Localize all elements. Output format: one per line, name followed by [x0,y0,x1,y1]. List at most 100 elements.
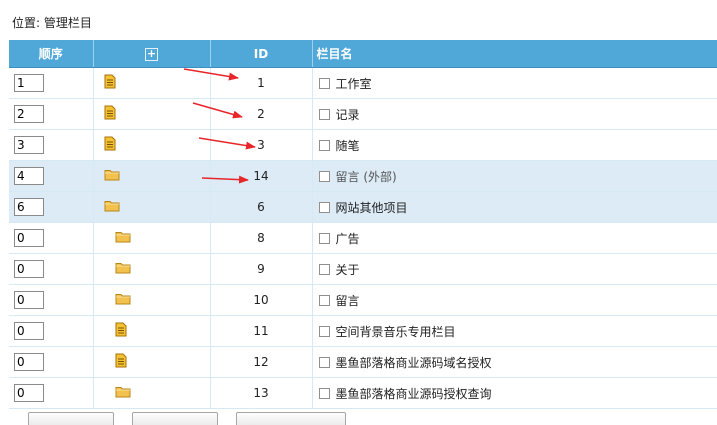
folder-icon [115,230,131,246]
category-name[interactable]: 广告 [336,232,360,246]
order-cell [9,377,94,409]
category-name[interactable]: 记录 [336,108,360,122]
order-cell [9,191,94,223]
type-cell [93,377,211,409]
name-cell: 记录 [312,98,717,130]
document-icon [104,136,116,154]
name-cell: 墨鱼部落格商业源码域名授权 [312,346,717,378]
table-row: 6 网站其他项目 [9,191,717,223]
name-cell: 随笔 [312,129,717,161]
id-cell: 2 [210,98,313,130]
id-cell: 13 [210,377,313,409]
select-checkbox[interactable] [318,325,330,337]
name-cell: 网站其他项目 [312,191,717,223]
name-cell: 墨鱼部落格商业源码授权查询 [312,377,717,409]
order-input[interactable] [14,260,44,278]
order-input[interactable] [14,105,44,123]
table-row: 2 记录 [9,98,717,130]
name-cell: 工作室 [312,67,717,99]
order-input[interactable] [14,291,44,309]
order-cell [9,346,94,378]
category-name[interactable]: 留言 (外部) [336,170,397,184]
action-button[interactable] [132,412,218,425]
type-cell [93,67,211,99]
type-cell [93,346,211,378]
order-cell [9,160,94,192]
page-location: 位置: 管理栏目 [12,16,92,30]
document-icon [115,322,127,340]
order-cell [9,129,94,161]
order-input[interactable] [14,198,44,216]
category-name[interactable]: 关于 [336,263,360,277]
id-cell: 3 [210,129,313,161]
category-name[interactable]: 工作室 [336,77,372,91]
order-cell [9,253,94,285]
name-cell: 广告 [312,222,717,254]
name-cell: 留言 (外部) [312,160,717,192]
select-checkbox[interactable] [318,232,330,244]
order-cell [9,222,94,254]
category-table: 顺序 + ID 栏目名 1 工作室 2 记录 3 随笔 14 留言 (外部) 6 网站其他项目 8 广… [9,40,717,409]
order-input[interactable] [14,136,44,154]
document-icon [104,74,116,92]
table-row: 8 广告 [9,222,717,254]
name-cell: 留言 [312,284,717,316]
type-cell [93,98,211,130]
table-row: 3 随笔 [9,129,717,161]
table-row: 10 留言 [9,284,717,316]
order-cell [9,315,94,347]
type-cell [93,315,211,347]
order-input[interactable] [14,74,44,92]
id-cell: 8 [210,222,313,254]
action-button[interactable] [28,412,114,425]
table-row: 13 墨鱼部落格商业源码授权查询 [9,377,717,409]
folder-icon [115,385,131,401]
id-cell: 12 [210,346,313,378]
order-input[interactable] [14,322,44,340]
column-header-expand[interactable]: + [93,40,211,68]
select-checkbox[interactable] [318,108,330,120]
order-input[interactable] [14,167,44,185]
category-name[interactable]: 墨鱼部落格商业源码授权查询 [336,387,492,401]
column-header-order: 顺序 [9,40,94,68]
folder-icon [104,168,120,184]
select-checkbox[interactable] [318,294,330,306]
select-checkbox[interactable] [318,201,330,213]
category-name[interactable]: 随笔 [336,139,360,153]
select-checkbox[interactable] [318,77,330,89]
category-name[interactable]: 墨鱼部落格商业源码域名授权 [336,356,492,370]
select-checkbox[interactable] [318,356,330,368]
select-checkbox[interactable] [318,170,330,182]
action-button[interactable] [236,412,346,425]
name-cell: 空间背景音乐专用栏目 [312,315,717,347]
category-name[interactable]: 网站其他项目 [336,201,408,215]
document-icon [115,353,127,371]
table-row: 1 工作室 [9,67,717,99]
expand-all-icon[interactable]: + [145,47,158,61]
order-input[interactable] [14,384,44,402]
folder-icon [115,292,131,308]
order-input[interactable] [14,229,44,247]
folder-icon [104,199,120,215]
column-header-id: ID [210,40,313,68]
column-header-name: 栏目名 [312,40,717,68]
type-cell [93,253,211,285]
order-input[interactable] [14,353,44,371]
select-checkbox[interactable] [318,263,330,275]
table-row: 12 墨鱼部落格商业源码域名授权 [9,346,717,378]
table-row: 11 空间背景音乐专用栏目 [9,315,717,347]
id-cell: 10 [210,284,313,316]
select-checkbox[interactable] [318,387,330,399]
id-cell: 1 [210,67,313,99]
category-name[interactable]: 空间背景音乐专用栏目 [336,325,456,339]
document-icon [104,105,116,123]
table-row: 9 关于 [9,253,717,285]
order-cell [9,98,94,130]
table-row: 14 留言 (外部) [9,160,717,192]
type-cell [93,129,211,161]
id-cell: 9 [210,253,313,285]
table-header: 顺序 + ID 栏目名 [9,40,717,68]
category-name[interactable]: 留言 [336,294,360,308]
id-cell: 11 [210,315,313,347]
select-checkbox[interactable] [318,139,330,151]
